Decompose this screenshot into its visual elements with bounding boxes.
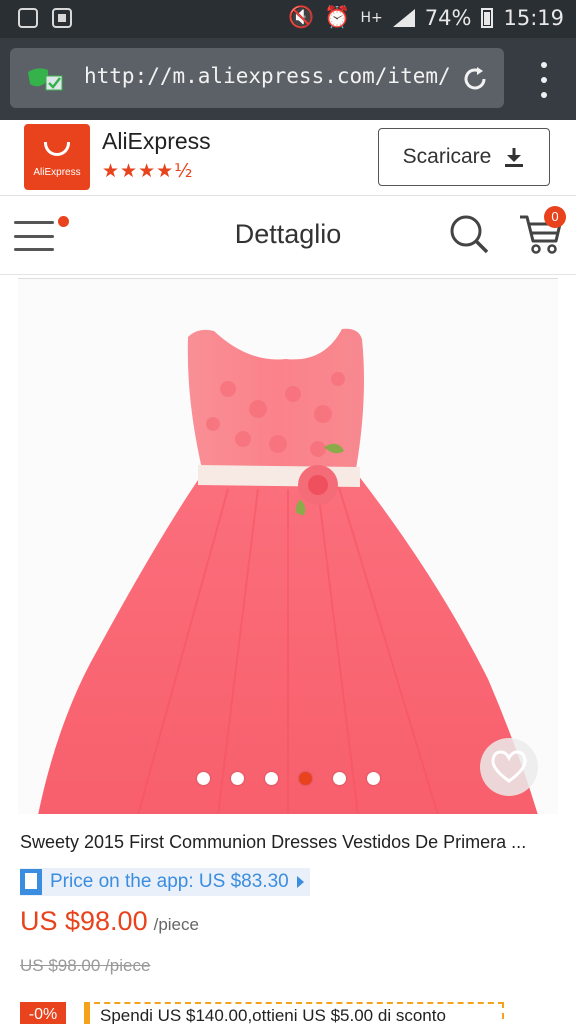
price-row: US $98.00 /piece <box>20 906 199 937</box>
search-icon[interactable] <box>448 213 490 255</box>
security-shield-icon <box>28 68 63 91</box>
chevron-right-icon <box>296 876 304 888</box>
status-bar: 🔇 ⏰ H+ 74% 15:19 <box>0 0 576 38</box>
alarm-icon: ⏰ <box>324 5 351 29</box>
favorite-button[interactable] <box>480 738 538 796</box>
reload-icon[interactable] <box>460 64 490 94</box>
discount-badge: -0% <box>20 1002 66 1024</box>
app-price-banner[interactable]: Price on the app: US $83.30 <box>20 868 310 896</box>
download-button[interactable]: Scaricare <box>378 128 550 186</box>
phone-icon <box>20 869 42 895</box>
clock: 15:19 <box>503 5 564 30</box>
product-image[interactable] <box>18 278 558 814</box>
rating-stars: ★★★★½ <box>102 160 194 182</box>
download-icon <box>505 148 524 167</box>
cart-count-badge: 0 <box>544 206 566 228</box>
gallery-dot[interactable] <box>332 772 346 785</box>
battery-percent: 74% <box>424 5 472 30</box>
store-coupon-promo[interactable]: Spendi US $140.00,ottieni US $5.00 di sc… <box>84 1002 504 1024</box>
network-type: H+ <box>360 9 383 26</box>
download-label: Scaricare <box>402 145 492 168</box>
page-header: Dettaglio <box>0 197 576 275</box>
dress-illustration <box>18 279 558 814</box>
app-price-text: Price on the app: US $83.30 <box>50 871 289 892</box>
product-gallery[interactable] <box>0 276 576 816</box>
gallery-dot[interactable] <box>264 772 278 785</box>
mute-icon: 🔇 <box>288 5 315 29</box>
url-text[interactable]: http://m.aliexpress.com/item/3238 <box>84 64 450 88</box>
browser-menu-icon[interactable] <box>540 62 548 98</box>
gallery-dot-active[interactable] <box>298 772 312 785</box>
current-price: US $98.00 <box>20 906 148 936</box>
aliexpress-logo: AliExpress <box>24 124 90 190</box>
signal-icon <box>392 8 415 27</box>
heart-icon <box>491 750 527 783</box>
gallery-dot[interactable] <box>196 772 210 785</box>
notification-icons <box>18 8 72 28</box>
price-unit: /piece <box>153 915 199 934</box>
gallery-dot[interactable] <box>230 772 244 785</box>
browser-toolbar: http://m.aliexpress.com/item/3238 <box>0 38 576 120</box>
battery-icon <box>481 7 494 28</box>
product-title: Sweety 2015 First Communion Dresses Vest… <box>20 832 527 852</box>
original-price: US $98.00 /piece <box>20 956 151 975</box>
address-bar[interactable]: http://m.aliexpress.com/item/3238 <box>10 48 504 108</box>
status-indicators: 🔇 ⏰ H+ 74% 15:19 <box>288 5 564 30</box>
app-install-banner: AliExpress AliExpress ★★★★½ Scaricare <box>0 120 576 196</box>
gallery-dot[interactable] <box>366 772 380 785</box>
notification-app-icon <box>18 8 38 28</box>
notification-download-icon <box>52 8 72 28</box>
app-name: AliExpress <box>102 128 211 154</box>
